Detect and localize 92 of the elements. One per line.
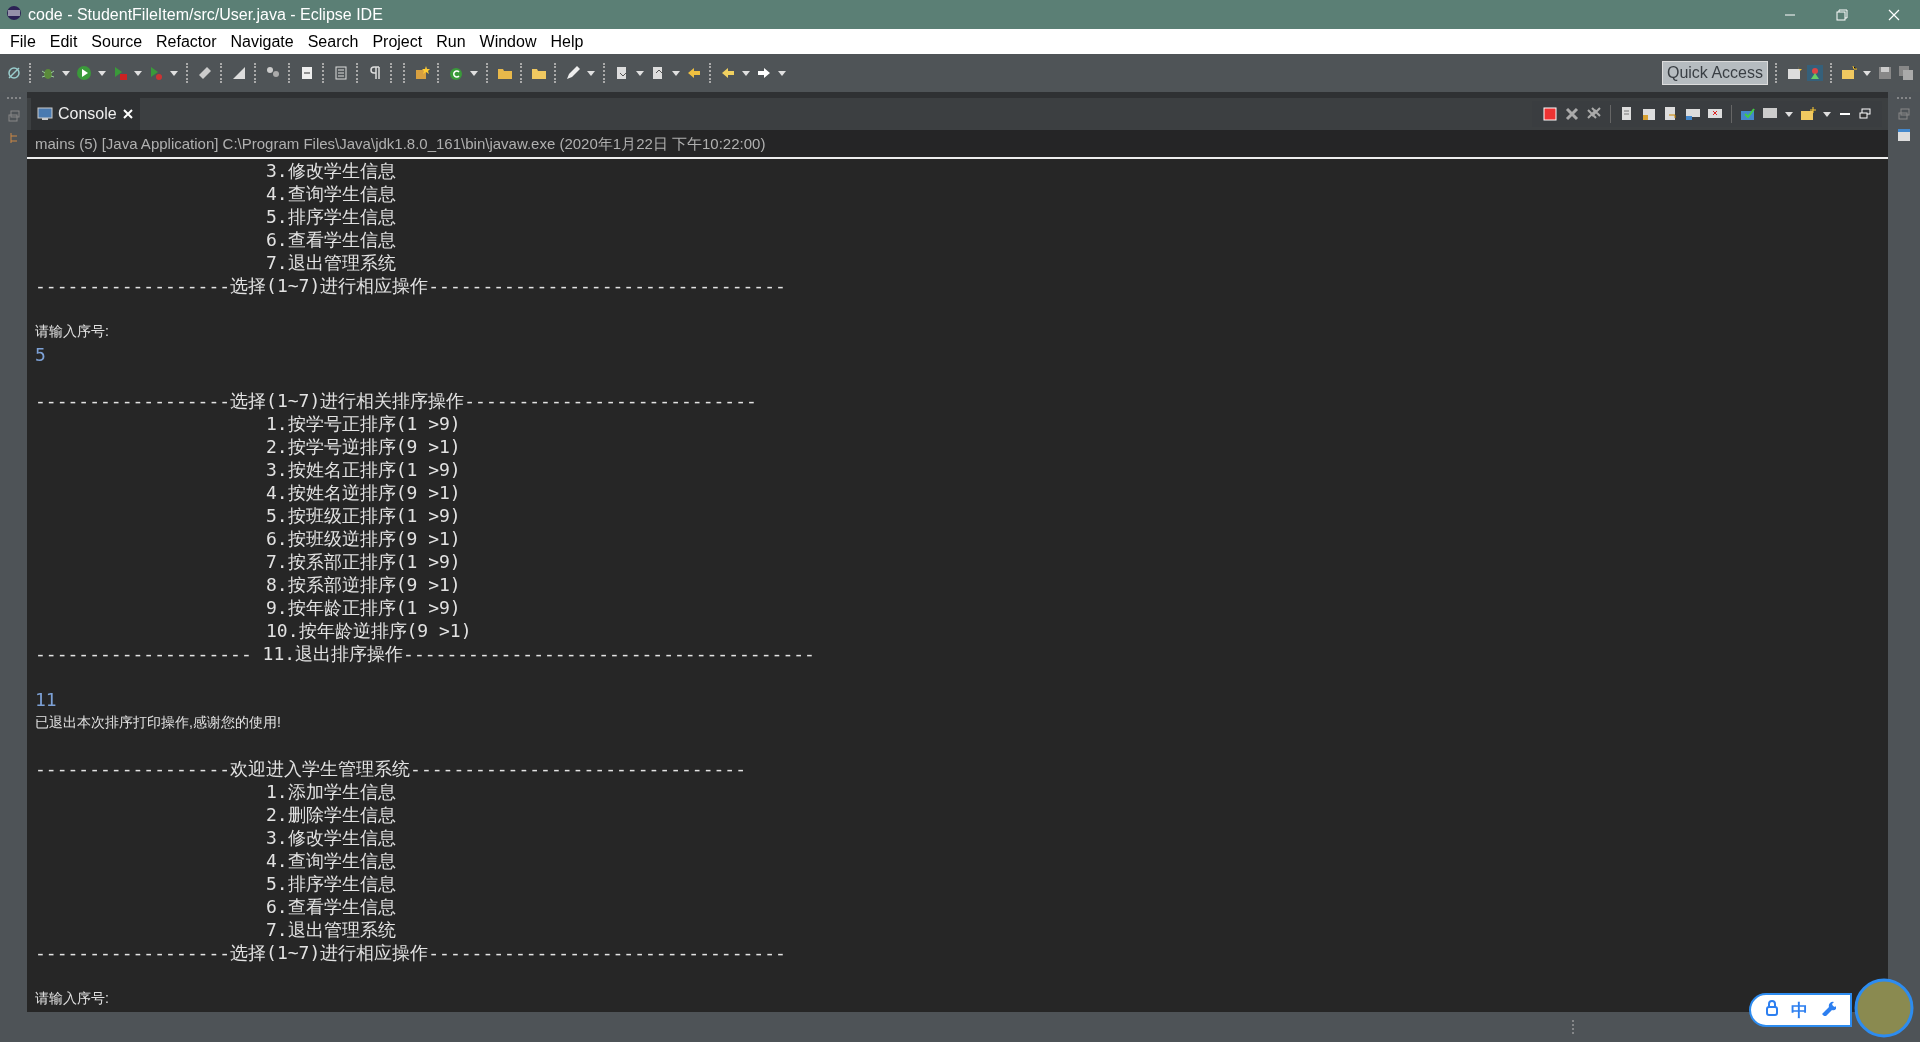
dropdown-caret-icon[interactable] xyxy=(97,68,107,78)
console-menu-line: 4.查询学生信息 xyxy=(266,183,396,204)
new-window-icon[interactable] xyxy=(1841,65,1857,81)
eclipse-logo-icon xyxy=(6,4,22,21)
outline-view-icon[interactable] xyxy=(1897,128,1911,142)
console-output-text: 请输入序号: xyxy=(35,323,109,339)
console-menu-line: 5.按班级正排序(1 >9) xyxy=(266,505,461,526)
menu-item[interactable]: Source xyxy=(84,32,150,51)
console-menu-line: 6.查看学生信息 xyxy=(266,229,396,250)
save-all-icon[interactable] xyxy=(1898,65,1914,81)
arrow-left-icon[interactable] xyxy=(720,65,736,81)
console-process-label: mains (5) [Java Application] C:\Program Files\Java\jdk1.8.0_161\bin\javaw.exe (2020年1月22日 下午10:22:00) xyxy=(27,130,1888,159)
maximize-view-icon[interactable] xyxy=(1858,107,1872,121)
console-menu-line: 8.按系部逆排序(9 >1) xyxy=(266,574,461,595)
console-menu-line: 6.按班级逆排序(9 >1) xyxy=(266,528,461,549)
grip-dots-icon[interactable] xyxy=(1896,96,1912,100)
console-divider-text: -------------------- 11.退出排序操作-------------------------------------- xyxy=(35,643,815,664)
save-icon[interactable] xyxy=(1877,65,1893,81)
new-console-icon[interactable] xyxy=(1800,106,1816,122)
lock-icon[interactable] xyxy=(1765,1000,1779,1016)
menu-item[interactable]: Help xyxy=(543,32,591,51)
console-input-text: 5 xyxy=(35,344,46,365)
console-output-text: 已退出本次排序打印操作,感谢您的使用! xyxy=(35,714,281,730)
console-menu-line: 7.退出管理系统 xyxy=(266,252,396,273)
grid-star-icon[interactable] xyxy=(414,65,430,81)
dropdown-caret-icon[interactable] xyxy=(169,68,179,78)
close-icon[interactable] xyxy=(121,108,134,120)
dropdown-caret-icon[interactable] xyxy=(61,68,71,78)
dropdown-caret-icon[interactable] xyxy=(741,68,751,78)
menu-item[interactable]: File xyxy=(3,32,43,51)
pilcrow-icon[interactable] xyxy=(367,65,383,81)
word-wrap-icon[interactable] xyxy=(1663,106,1679,122)
dropdown-caret-icon[interactable] xyxy=(586,68,596,78)
menu-item[interactable]: Edit xyxy=(42,32,85,51)
console-divider-text: ------------------选择(1~7)进行相应操作--------------------------------- xyxy=(35,275,786,296)
perspective-icon[interactable] xyxy=(1786,65,1802,81)
console-divider-text: ------------------选择(1~7)进行相关排序操作--------------------------- xyxy=(35,390,757,411)
quick-access-field[interactable]: Quick Access xyxy=(1661,61,1768,85)
console-menu-line: 3.修改学生信息 xyxy=(266,827,396,848)
console-menu-line: 1.添加学生信息 xyxy=(266,781,396,802)
dropdown-caret-icon[interactable] xyxy=(635,68,645,78)
dropdown-caret-icon[interactable] xyxy=(469,68,479,78)
dropdown-caret-icon[interactable] xyxy=(671,68,681,78)
console-output-text: 请输入序号: xyxy=(35,990,109,1006)
restore-icon[interactable] xyxy=(1836,8,1848,21)
console-divider-text: ------------------欢迎进入学生管理系统------------------------------- xyxy=(35,758,746,779)
resize-grip-icon[interactable] xyxy=(1571,1020,1575,1034)
menu-item[interactable]: Search xyxy=(300,32,366,51)
dropdown-caret-icon[interactable] xyxy=(133,68,143,78)
console-menu-line: 7.退出管理系统 xyxy=(266,919,396,940)
menu-item[interactable]: Project xyxy=(365,32,430,51)
window-title: code - StudentFileItem/src/User.java - Eclipse IDE xyxy=(28,5,384,24)
console-menu-line: 5.排序学生信息 xyxy=(266,873,396,894)
grip-dots-icon[interactable] xyxy=(5,96,22,100)
menu-item[interactable]: Run xyxy=(429,32,473,51)
console-menu-line: 6.查看学生信息 xyxy=(266,896,396,917)
ime-mode-label[interactable]: 中 xyxy=(1791,998,1808,1022)
console-menu-line: 7.按系部正排序(1 >9) xyxy=(266,551,461,572)
console-menu-line: 4.按姓名逆排序(9 >1) xyxy=(266,482,461,503)
pen-icon[interactable] xyxy=(565,65,581,81)
play-icon[interactable] xyxy=(76,65,92,81)
console-tab[interactable]: Console xyxy=(31,98,140,130)
ime-toolbar[interactable]: 中 xyxy=(1749,993,1852,1027)
display-selected-icon[interactable] xyxy=(1740,106,1756,122)
monitor-icon xyxy=(37,106,53,122)
wrench-icon[interactable] xyxy=(1820,1000,1836,1016)
console-menu-line: 3.按姓名正排序(1 >9) xyxy=(266,459,461,480)
crossed-circle-icon[interactable] xyxy=(6,65,22,81)
menu-item[interactable]: Refactor xyxy=(149,32,224,51)
console-menu-line: 3.修改学生信息 xyxy=(266,160,396,181)
console-menu-line: 2.按学号逆排序(9 >1) xyxy=(266,436,461,457)
arrow-left-icon[interactable] xyxy=(686,65,702,81)
document-lines-icon[interactable] xyxy=(333,65,349,81)
dropdown-caret-icon[interactable] xyxy=(1822,109,1832,119)
console-menu-line: 5.排序学生信息 xyxy=(266,206,396,227)
stop-icon[interactable] xyxy=(1542,106,1558,122)
console-divider-text: ------------------选择(1~7)进行相应操作--------------------------------- xyxy=(35,942,786,963)
triangle-ruler-icon[interactable] xyxy=(231,65,247,81)
dropdown-caret-icon[interactable] xyxy=(777,68,787,78)
remove-icon[interactable] xyxy=(1564,106,1580,122)
dropdown-caret-icon[interactable] xyxy=(1862,68,1872,78)
menu-item[interactable]: Navigate xyxy=(223,32,301,51)
console-input-text: 11 xyxy=(35,689,57,710)
menu-item[interactable]: Window xyxy=(472,32,544,51)
console-menu-line: 1.按学号正排序(1 >9) xyxy=(266,413,461,434)
console-menu-line: 10.按年龄逆排序(9 >1) xyxy=(266,620,472,641)
dropdown-caret-icon[interactable] xyxy=(1784,109,1794,119)
arrow-right-icon[interactable] xyxy=(756,65,772,81)
console-menu-line: 4.查询学生信息 xyxy=(266,850,396,871)
avatar-icon[interactable] xyxy=(1854,978,1914,1038)
console-menu-line: 9.按年龄正排序(1 >9) xyxy=(266,597,461,618)
console-menu-line: 2.删除学生信息 xyxy=(266,804,396,825)
